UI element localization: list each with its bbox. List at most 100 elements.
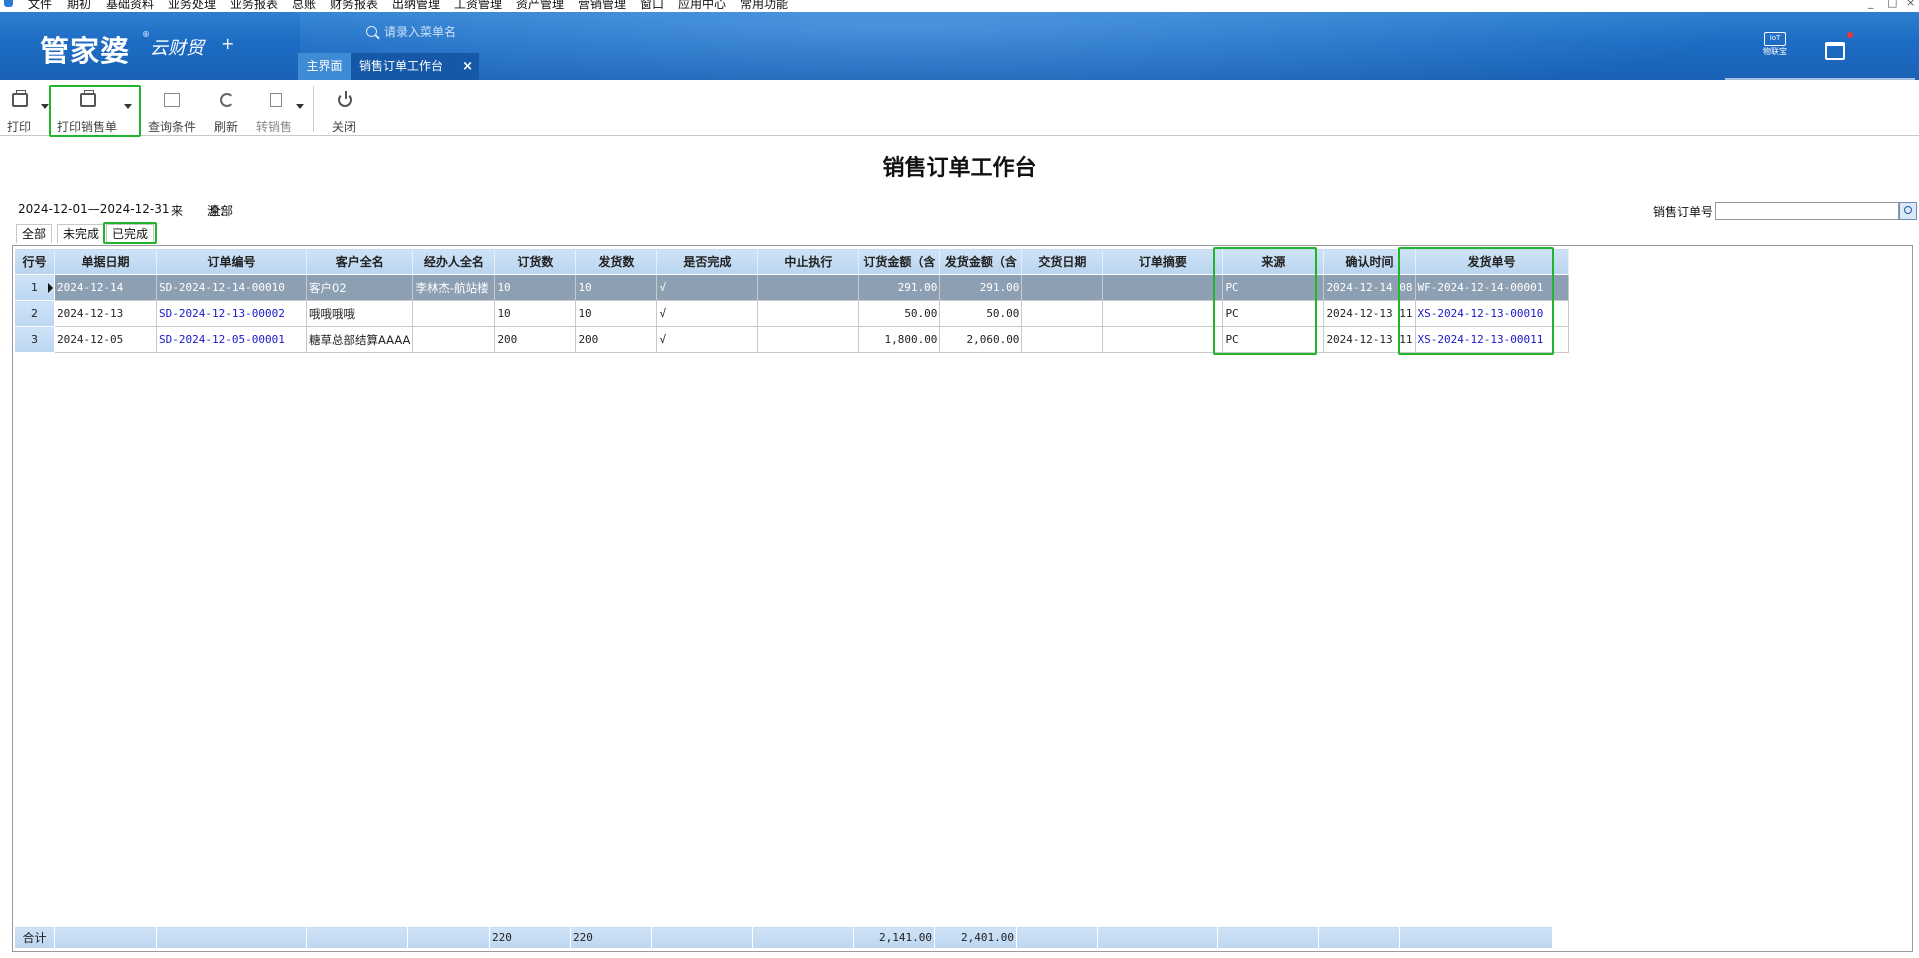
row-number: 2 — [14, 300, 55, 327]
col-summary[interactable]: 订单摘要 — [1102, 248, 1224, 275]
query-label: 查询条件 — [148, 120, 197, 134]
print-sales-dropdown-icon[interactable] — [124, 104, 132, 109]
source-value: 全部 — [209, 204, 234, 218]
row-number: 1 — [14, 274, 55, 301]
cell-summary — [1102, 326, 1224, 353]
menu-business[interactable]: 业务处理 — [168, 0, 216, 12]
total-amt-ship: 2,401.00 — [934, 926, 1017, 949]
grid-header-row: 行号 单据日期 订单编号 客户全名 经办人全名 订货数 发货数 是否完成 中止执… — [14, 248, 1569, 275]
menu-window[interactable]: 窗口 — [640, 0, 664, 12]
cell-amt-ship: 291.00 — [939, 274, 1023, 301]
col-amt-order[interactable]: 订货金额（含 — [858, 248, 941, 275]
refresh-button[interactable]: 刷新 — [210, 80, 246, 136]
col-confirm-time[interactable]: 确认时间 — [1323, 248, 1416, 275]
power-icon — [338, 91, 352, 107]
print-button[interactable]: 打印 — [0, 80, 50, 136]
col-done[interactable]: 是否完成 — [656, 248, 759, 275]
cell-date: 2024-12-14 — [54, 274, 157, 301]
subtab-all[interactable]: 全部 — [16, 224, 53, 243]
menu-basic-data[interactable]: 基础资料 — [106, 0, 154, 12]
cell-order-no-link[interactable]: SD-2024-12-14-00010 — [156, 274, 307, 301]
row-number: 3 — [14, 326, 55, 353]
table-row[interactable]: 2 2024-12-13 SD-2024-12-13-00002 哦哦哦哦 10… — [14, 300, 1569, 327]
col-source[interactable]: 来源 — [1222, 248, 1325, 275]
menu-payroll[interactable]: 工资管理 — [454, 0, 502, 12]
menu-opening[interactable]: 期初 — [67, 0, 91, 12]
print-dropdown-icon[interactable] — [41, 104, 49, 109]
close-button[interactable]: 关闭 — [328, 80, 364, 136]
subtab-incomplete[interactable]: 未完成 — [57, 224, 106, 243]
table-row[interactable]: 3 2024-12-05 SD-2024-12-05-00001 糖草总部结算A… — [14, 326, 1569, 353]
printer-icon — [12, 90, 28, 107]
tab-sales-order-workbench[interactable]: 销售订单工作台 × — [351, 53, 479, 80]
cell-ship-no-link[interactable]: XS-2024-12-13-00011 — [1414, 326, 1569, 353]
total-amt-order: 2,141.00 — [853, 926, 935, 949]
col-doc-date[interactable]: 单据日期 — [54, 248, 157, 275]
col-order-no[interactable]: 订单编号 — [156, 248, 307, 275]
print-sales-label: 打印销售单 — [57, 120, 118, 134]
minimize-button[interactable]: _ — [1868, 0, 1874, 9]
cell-ship-no-link[interactable]: WF-2024-12-14-00001 — [1414, 274, 1569, 301]
cell-stop — [757, 326, 860, 353]
cell-done: √ — [656, 300, 759, 327]
cell-amt-ship: 2,060.00 — [939, 326, 1023, 353]
menu-search[interactable] — [362, 22, 494, 42]
menu-ledger[interactable]: 总账 — [292, 0, 316, 12]
window-close-button[interactable]: × — [1906, 0, 1915, 9]
cell-qty-ship: 10 — [575, 274, 658, 301]
query-conditions-button[interactable]: 查询条件 — [144, 80, 200, 136]
cell-order-no-link[interactable]: SD-2024-12-13-00002 — [156, 300, 307, 327]
maximize-button[interactable]: □ — [1887, 0, 1897, 9]
tab-label: 销售订单工作台 — [359, 59, 444, 73]
iot-box-button[interactable]: IoT 物联宝 — [1760, 32, 1790, 62]
col-ship-no[interactable]: 发货单号 — [1414, 248, 1569, 275]
col-qty-order[interactable]: 订货数 — [494, 248, 577, 275]
order-no-input[interactable] — [1715, 202, 1899, 220]
col-stop[interactable]: 中止执行 — [757, 248, 860, 275]
menu-cashier[interactable]: 出纳管理 — [392, 0, 440, 12]
cell-ship-no-link[interactable]: XS-2024-12-13-00010 — [1414, 300, 1569, 327]
table-row[interactable]: 1 2024-12-14 SD-2024-12-14-00010 客户02 李林… — [14, 274, 1569, 301]
page-title: 销售订单工作台 — [882, 155, 1037, 181]
menu-file[interactable]: 文件 — [28, 0, 52, 12]
menu-common[interactable]: 常用功能 — [740, 0, 788, 12]
col-deliver-date[interactable]: 交货日期 — [1021, 248, 1104, 275]
subtab-complete[interactable]: 已完成 — [106, 224, 155, 243]
cell-source: PC — [1222, 326, 1325, 353]
tab-close-icon[interactable]: × — [462, 53, 473, 80]
tab-home[interactable]: 主界面 — [298, 53, 351, 80]
menu-finance-report[interactable]: 财务报表 — [330, 0, 378, 12]
cell-date: 2024-12-13 — [54, 300, 157, 327]
cell-confirm-time: 2024-12-14 08 — [1323, 274, 1416, 301]
col-amt-ship[interactable]: 发货金额（含 — [939, 248, 1023, 275]
cell-qty-ship: 10 — [575, 300, 658, 327]
cell-qty-order: 10 — [494, 300, 577, 327]
refresh-label: 刷新 — [214, 120, 239, 134]
to-sales-label: 转销售 — [256, 120, 293, 134]
col-qty-ship[interactable]: 发货数 — [575, 248, 658, 275]
logo-plus: + — [221, 34, 235, 53]
date-range: 2024-12-01—2024-12-31 — [18, 202, 170, 216]
menu-search-input[interactable] — [384, 22, 494, 42]
cell-amt-ship: 50.00 — [939, 300, 1023, 327]
order-search-icon[interactable] — [1899, 202, 1917, 220]
to-sales-button[interactable]: 转销售 — [254, 80, 310, 136]
menu-app-center[interactable]: 应用中心 — [678, 0, 726, 12]
cell-amt-order: 1,800.00 — [858, 326, 941, 353]
col-handler[interactable]: 经办人全名 — [412, 248, 496, 275]
cell-customer: 客户02 — [305, 274, 414, 301]
menu-assets[interactable]: 资产管理 — [516, 0, 564, 12]
cell-amt-order: 291.00 — [858, 274, 941, 301]
col-customer[interactable]: 客户全名 — [305, 248, 414, 275]
calendar-icon[interactable] — [1825, 32, 1853, 60]
cell-handler — [412, 300, 496, 327]
print-sales-button[interactable]: 打印销售单 — [52, 80, 140, 136]
menu-business-report[interactable]: 业务报表 — [230, 0, 278, 12]
logo: 管家婆 — [40, 34, 131, 68]
col-row-no[interactable]: 行号 — [14, 248, 55, 275]
to-sales-icon — [270, 93, 282, 107]
to-sales-dropdown-icon[interactable] — [296, 104, 304, 109]
print-label: 打印 — [7, 120, 32, 134]
menu-marketing[interactable]: 营销管理 — [578, 0, 626, 12]
cell-order-no-link[interactable]: SD-2024-12-05-00001 — [156, 326, 307, 353]
